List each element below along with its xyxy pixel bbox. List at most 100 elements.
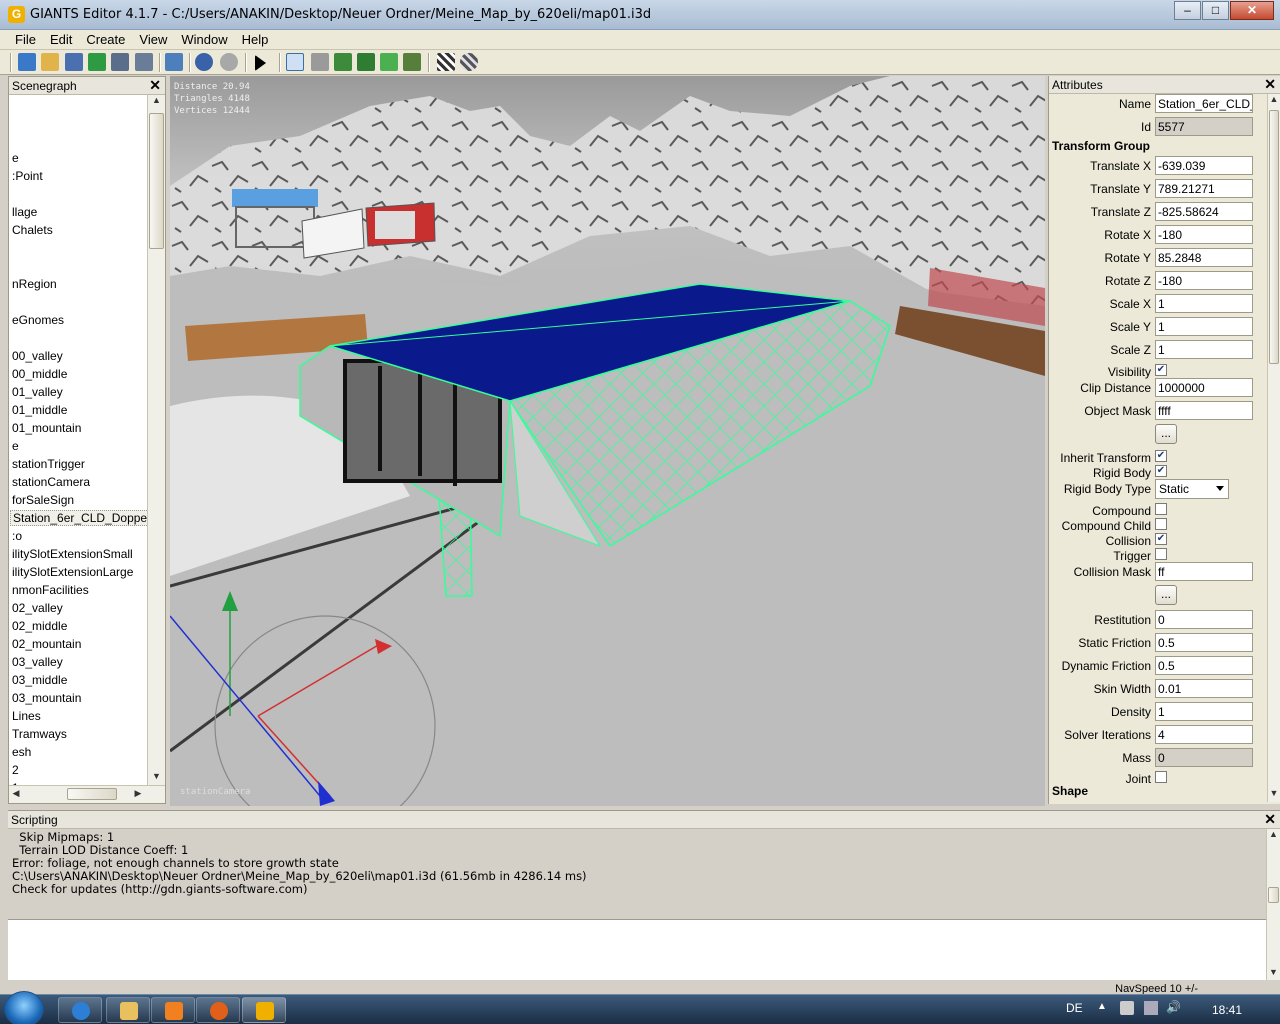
tree-item[interactable]: 00_middle — [12, 367, 67, 381]
scale-x-field[interactable]: 1 — [1155, 294, 1253, 313]
rigid-body-type-select[interactable]: Static — [1155, 479, 1229, 499]
scroll-up-icon[interactable]: ▲ — [1268, 94, 1280, 108]
collision-mask-field[interactable]: ff — [1155, 562, 1253, 581]
scripting-vscrollbar[interactable]: ▲ ▼ — [1266, 829, 1280, 981]
import-icon[interactable] — [165, 53, 183, 71]
open-file-icon[interactable] — [41, 53, 59, 71]
scroll-thumb[interactable] — [149, 113, 164, 249]
scroll-thumb[interactable] — [1268, 887, 1279, 903]
taskbar-media-player[interactable] — [151, 997, 195, 1023]
tree-item[interactable]: nmonFacilities — [12, 583, 89, 597]
scenegraph-close-button[interactable]: ✕ — [149, 77, 161, 94]
3d-viewport[interactable]: Distance 20.94 Triangles 4148 Vertices 1… — [170, 76, 1045, 806]
scripting-close-button[interactable]: ✕ — [1264, 811, 1276, 828]
scroll-up-icon[interactable]: ▲ — [148, 95, 165, 109]
scenegraph-hscrollbar[interactable]: ◀ ▶ — [9, 785, 165, 803]
new-file-icon[interactable] — [18, 53, 36, 71]
attributes-vscrollbar[interactable]: ▲ ▼ — [1267, 94, 1280, 802]
rotate-x-field[interactable]: -180 — [1155, 225, 1253, 244]
clip-distance-field[interactable]: 1000000 — [1155, 378, 1253, 397]
static-friction-field[interactable]: 0.5 — [1155, 633, 1253, 652]
collision-checkbox[interactable]: ✔ — [1155, 533, 1167, 545]
language-indicator[interactable]: DE — [1066, 1001, 1083, 1015]
scroll-down-icon[interactable]: ▼ — [1267, 967, 1280, 981]
terrain-sculpt-icon[interactable] — [311, 53, 329, 71]
inherit-transform-checkbox[interactable]: ✔ — [1155, 450, 1167, 462]
taskbar-giants-editor[interactable] — [242, 997, 286, 1023]
script-input[interactable] — [8, 919, 1266, 981]
reload-icon[interactable] — [88, 53, 106, 71]
restitution-field[interactable]: 0 — [1155, 610, 1253, 629]
camera-icon[interactable] — [286, 53, 304, 71]
menu-window[interactable]: Window — [174, 30, 234, 48]
clock[interactable]: 18:41 — [1212, 1003, 1242, 1017]
menu-help[interactable]: Help — [235, 30, 276, 48]
tree-item[interactable]: eGnomes — [12, 313, 64, 327]
redo-icon[interactable] — [220, 53, 238, 71]
object-mask-edit-button[interactable]: ... — [1155, 424, 1177, 444]
start-button[interactable] — [4, 991, 44, 1024]
tree-item[interactable]: ilitySlotExtensionSmall — [12, 547, 133, 561]
tree-item[interactable]: Lines — [12, 709, 41, 723]
tree-item[interactable]: 02_mountain — [12, 637, 81, 651]
tree-item[interactable]: 00_valley — [12, 349, 63, 363]
tree-item[interactable]: stationCamera — [12, 475, 90, 489]
save-icon[interactable] — [111, 53, 129, 71]
name-field[interactable]: Station_6er_CLD_D — [1155, 94, 1253, 113]
tree-item[interactable]: 02_middle — [12, 619, 67, 633]
scroll-up-icon[interactable]: ▲ — [1267, 829, 1280, 843]
minimize-button[interactable]: – — [1174, 1, 1201, 20]
joint-checkbox[interactable] — [1155, 771, 1167, 783]
translate-y-field[interactable]: 789.21271 — [1155, 179, 1253, 198]
action-center-icon[interactable] — [1120, 1001, 1134, 1015]
dynamic-friction-field[interactable]: 0.5 — [1155, 656, 1253, 675]
menu-create[interactable]: Create — [79, 30, 132, 48]
tray-expand-icon[interactable]: ▲ — [1097, 1001, 1107, 1012]
scroll-left-icon[interactable]: ◀ — [9, 788, 23, 802]
trigger-checkbox[interactable] — [1155, 548, 1167, 560]
terrain-paint-icon[interactable] — [334, 53, 352, 71]
checker-settings-icon[interactable] — [460, 53, 478, 71]
tree-item[interactable]: nRegion — [12, 277, 57, 291]
volume-icon[interactable]: 🔊 — [1166, 1000, 1181, 1014]
menu-edit[interactable]: Edit — [43, 30, 79, 48]
tree-item[interactable]: ilitySlotExtensionLarge — [12, 565, 133, 579]
tree-item[interactable]: e — [12, 151, 19, 165]
tree-item[interactable]: :o — [12, 529, 22, 543]
translate-z-field[interactable]: -825.58624 — [1155, 202, 1253, 221]
tree-item[interactable]: 03_mountain — [12, 691, 81, 705]
menu-file[interactable]: File — [8, 30, 43, 48]
tree-item[interactable]: forSaleSign — [12, 493, 74, 507]
object-mask-field[interactable]: ffff — [1155, 401, 1253, 420]
scenegraph-tree[interactable]: e :Point llage Chalets nRegion eGnomes 0… — [9, 95, 147, 785]
compound-checkbox[interactable] — [1155, 503, 1167, 515]
taskbar-ie[interactable] — [58, 997, 102, 1023]
visibility-checkbox[interactable]: ✔ — [1155, 364, 1167, 376]
close-button[interactable]: ✕ — [1230, 1, 1274, 20]
save-as-icon[interactable] — [135, 53, 153, 71]
tree-item[interactable]: 01_middle — [12, 403, 67, 417]
grass-icon[interactable] — [380, 53, 398, 71]
tree-item[interactable]: e — [12, 439, 19, 453]
foliage-paint-icon[interactable] — [357, 53, 375, 71]
tree-item[interactable]: Chalets — [12, 223, 53, 237]
scroll-thumb[interactable] — [1269, 110, 1279, 364]
translate-x-field[interactable]: -639.039 — [1155, 156, 1253, 175]
undo-icon[interactable] — [195, 53, 213, 71]
tree-item[interactable]: 01_mountain — [12, 421, 81, 435]
play-icon[interactable] — [255, 55, 266, 71]
rotate-z-field[interactable]: -180 — [1155, 271, 1253, 290]
tree-item[interactable]: 02_valley — [12, 601, 63, 615]
menu-view[interactable]: View — [132, 30, 174, 48]
rotate-y-field[interactable]: 85.2848 — [1155, 248, 1253, 267]
network-icon[interactable] — [1144, 1001, 1158, 1015]
field-icon[interactable] — [403, 53, 421, 71]
taskbar-firefox[interactable] — [196, 997, 240, 1023]
tree-item[interactable]: 03_middle — [12, 673, 67, 687]
skin-width-field[interactable]: 0.01 — [1155, 679, 1253, 698]
maximize-button[interactable]: □ — [1202, 1, 1229, 20]
hscroll-thumb[interactable] — [67, 788, 117, 800]
compound-child-checkbox[interactable] — [1155, 518, 1167, 530]
tree-item[interactable]: Tramways — [12, 727, 67, 741]
taskbar-explorer[interactable] — [106, 997, 150, 1023]
